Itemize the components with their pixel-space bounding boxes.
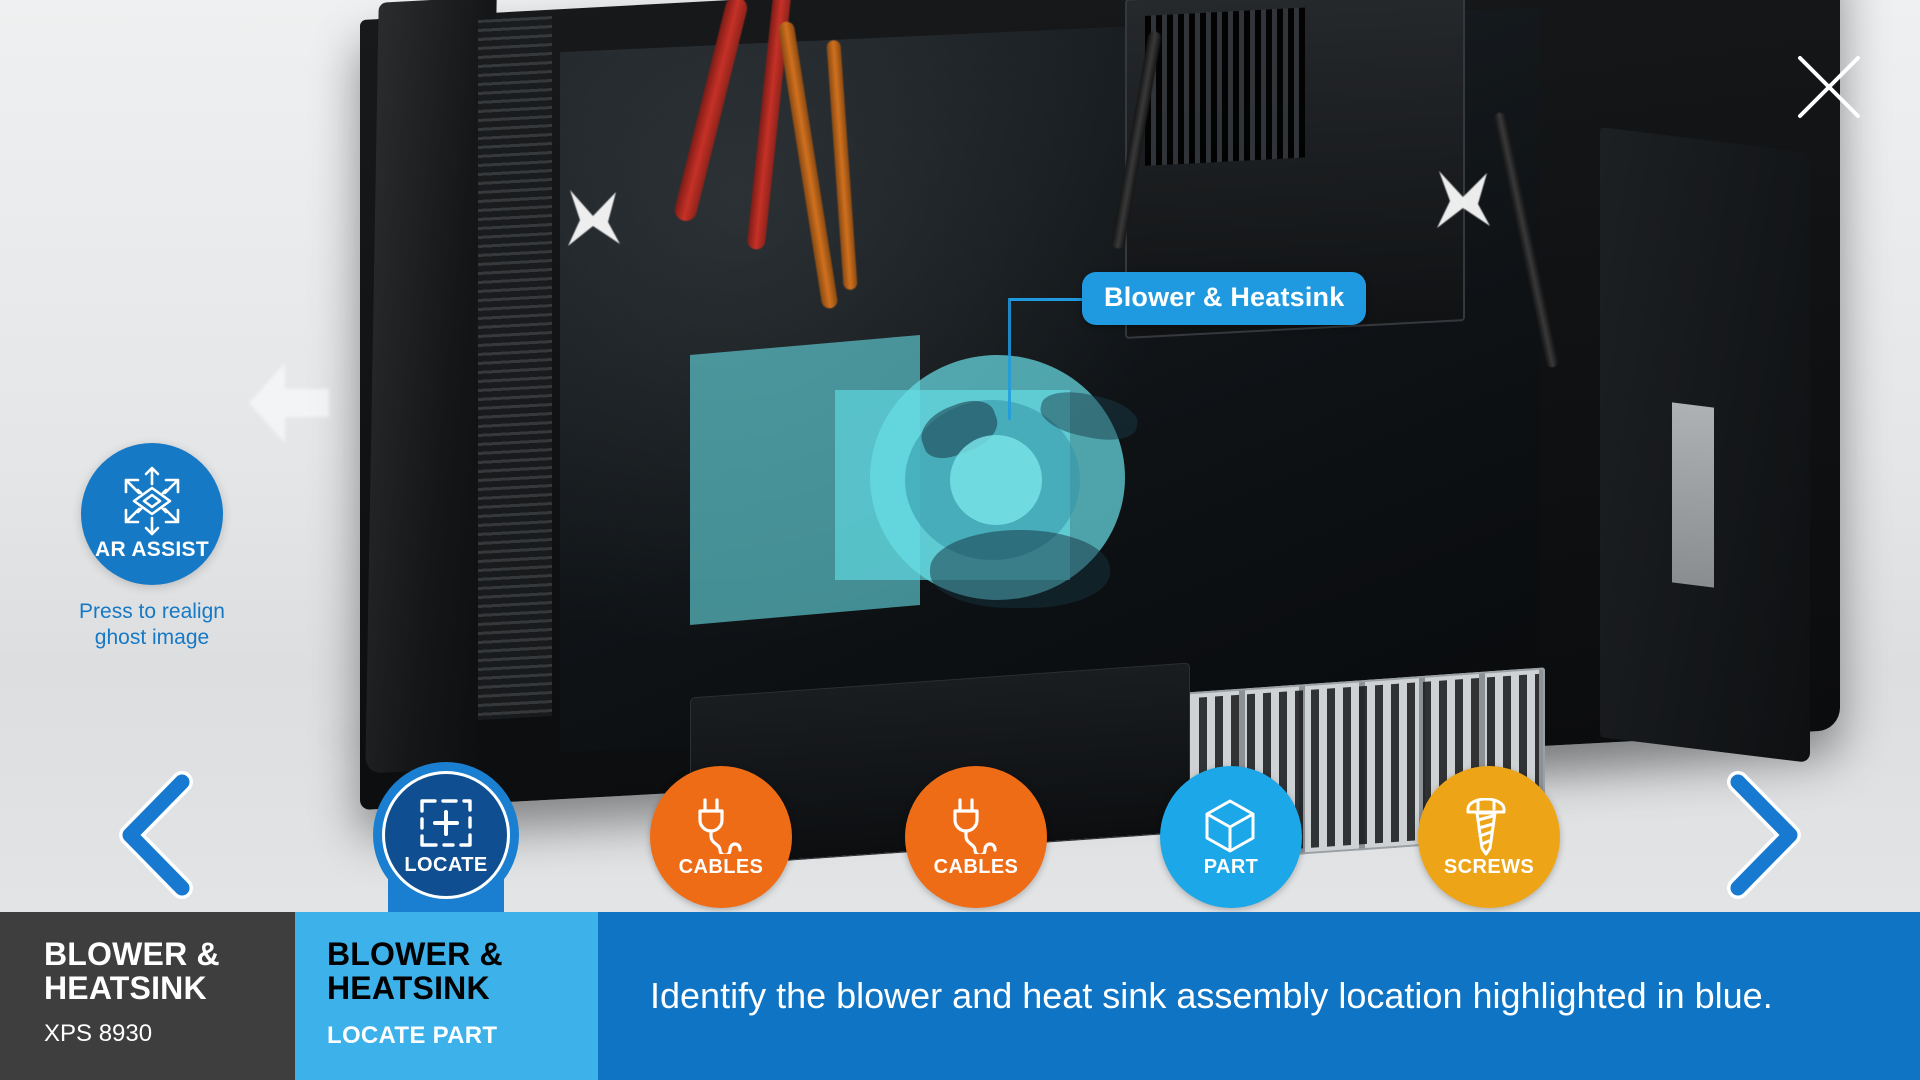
cube-icon: [1202, 798, 1260, 854]
ar-assist-hint-line2: ghost image: [94, 625, 210, 649]
ar-assist-hint: Press to realign ghost image: [52, 599, 252, 650]
step-label: CABLES: [678, 855, 764, 878]
screw-icon: [1460, 797, 1518, 855]
cage-vent: [1145, 7, 1305, 166]
part-model: XPS 8930: [44, 1019, 153, 1047]
callout-leader-horizontal: [1010, 298, 1086, 301]
current-step-panel: BLOWER & HEATSINK LOCATE PART: [295, 912, 598, 1080]
ar-assist-hint-line1: Press to realign: [79, 600, 225, 623]
step-subtitle: LOCATE PART: [327, 1021, 498, 1049]
ar-assist-control[interactable]: AR ASSIST Press to realign ghost image: [52, 443, 252, 650]
ar-repair-screen: Blower & Heatsink AR ASSIST Press to rea…: [0, 0, 1920, 1080]
step-toolbar: LOCATE CABLES CABLES PART SCREWS: [0, 762, 1920, 936]
cables-1-button-face[interactable]: CABLES: [650, 766, 792, 908]
close-icon[interactable]: [1790, 48, 1868, 126]
callout-leader-vertical: [1008, 298, 1011, 420]
ar-assist-label: AR ASSIST: [95, 538, 209, 561]
step-title: BLOWER & HEATSINK: [327, 936, 598, 1006]
service-tag-label: [1672, 402, 1714, 588]
part-button-face[interactable]: PART: [1160, 766, 1302, 908]
part-title-line1: BLOWER &: [44, 936, 220, 972]
chassis-vent-rail: [478, 15, 552, 721]
bottom-info-bar: BLOWER & HEATSINK XPS 8930 BLOWER & HEAT…: [0, 912, 1920, 1080]
part-title-line2: HEATSINK: [44, 969, 207, 1006]
x-marker-icon: [1430, 166, 1496, 232]
step-title-line1: BLOWER &: [327, 936, 503, 972]
part-info-panel: BLOWER & HEATSINK XPS 8930: [0, 912, 295, 1080]
ar-assist-button[interactable]: AR ASSIST: [81, 443, 223, 585]
step-button-cables-1[interactable]: CABLES: [650, 766, 792, 908]
step-button-screws[interactable]: SCREWS: [1418, 766, 1560, 908]
ar-callout-label: Blower & Heatsink: [1082, 272, 1367, 325]
locate-button-face[interactable]: LOCATE: [382, 771, 510, 899]
part-title: BLOWER & HEATSINK: [44, 936, 295, 1006]
chassis-front-face: [365, 0, 497, 774]
step-button-locate[interactable]: LOCATE: [373, 762, 519, 936]
step-label: SCREWS: [1443, 855, 1535, 878]
locate-icon: [417, 796, 475, 852]
x-marker-icon: [562, 186, 624, 250]
instruction-panel: Identify the blower and heat sink assemb…: [598, 912, 1920, 1080]
step-title-line2: HEATSINK: [327, 969, 490, 1006]
ghost-arrow-left-icon: [245, 355, 331, 456]
step-label: PART: [1203, 855, 1259, 878]
step-button-cables-2[interactable]: CABLES: [905, 766, 1047, 908]
cable-plug-icon: [947, 797, 1005, 857]
cables-2-button-face[interactable]: CABLES: [905, 766, 1047, 908]
screws-button-face[interactable]: SCREWS: [1418, 766, 1560, 908]
cable-plug-icon: [692, 797, 750, 857]
instruction-text: Identify the blower and heat sink assemb…: [650, 974, 1773, 1016]
ar-scan-icon: [114, 466, 190, 536]
step-button-part[interactable]: PART: [1160, 766, 1302, 908]
step-label: CABLES: [933, 855, 1019, 878]
step-label: LOCATE: [404, 853, 488, 876]
